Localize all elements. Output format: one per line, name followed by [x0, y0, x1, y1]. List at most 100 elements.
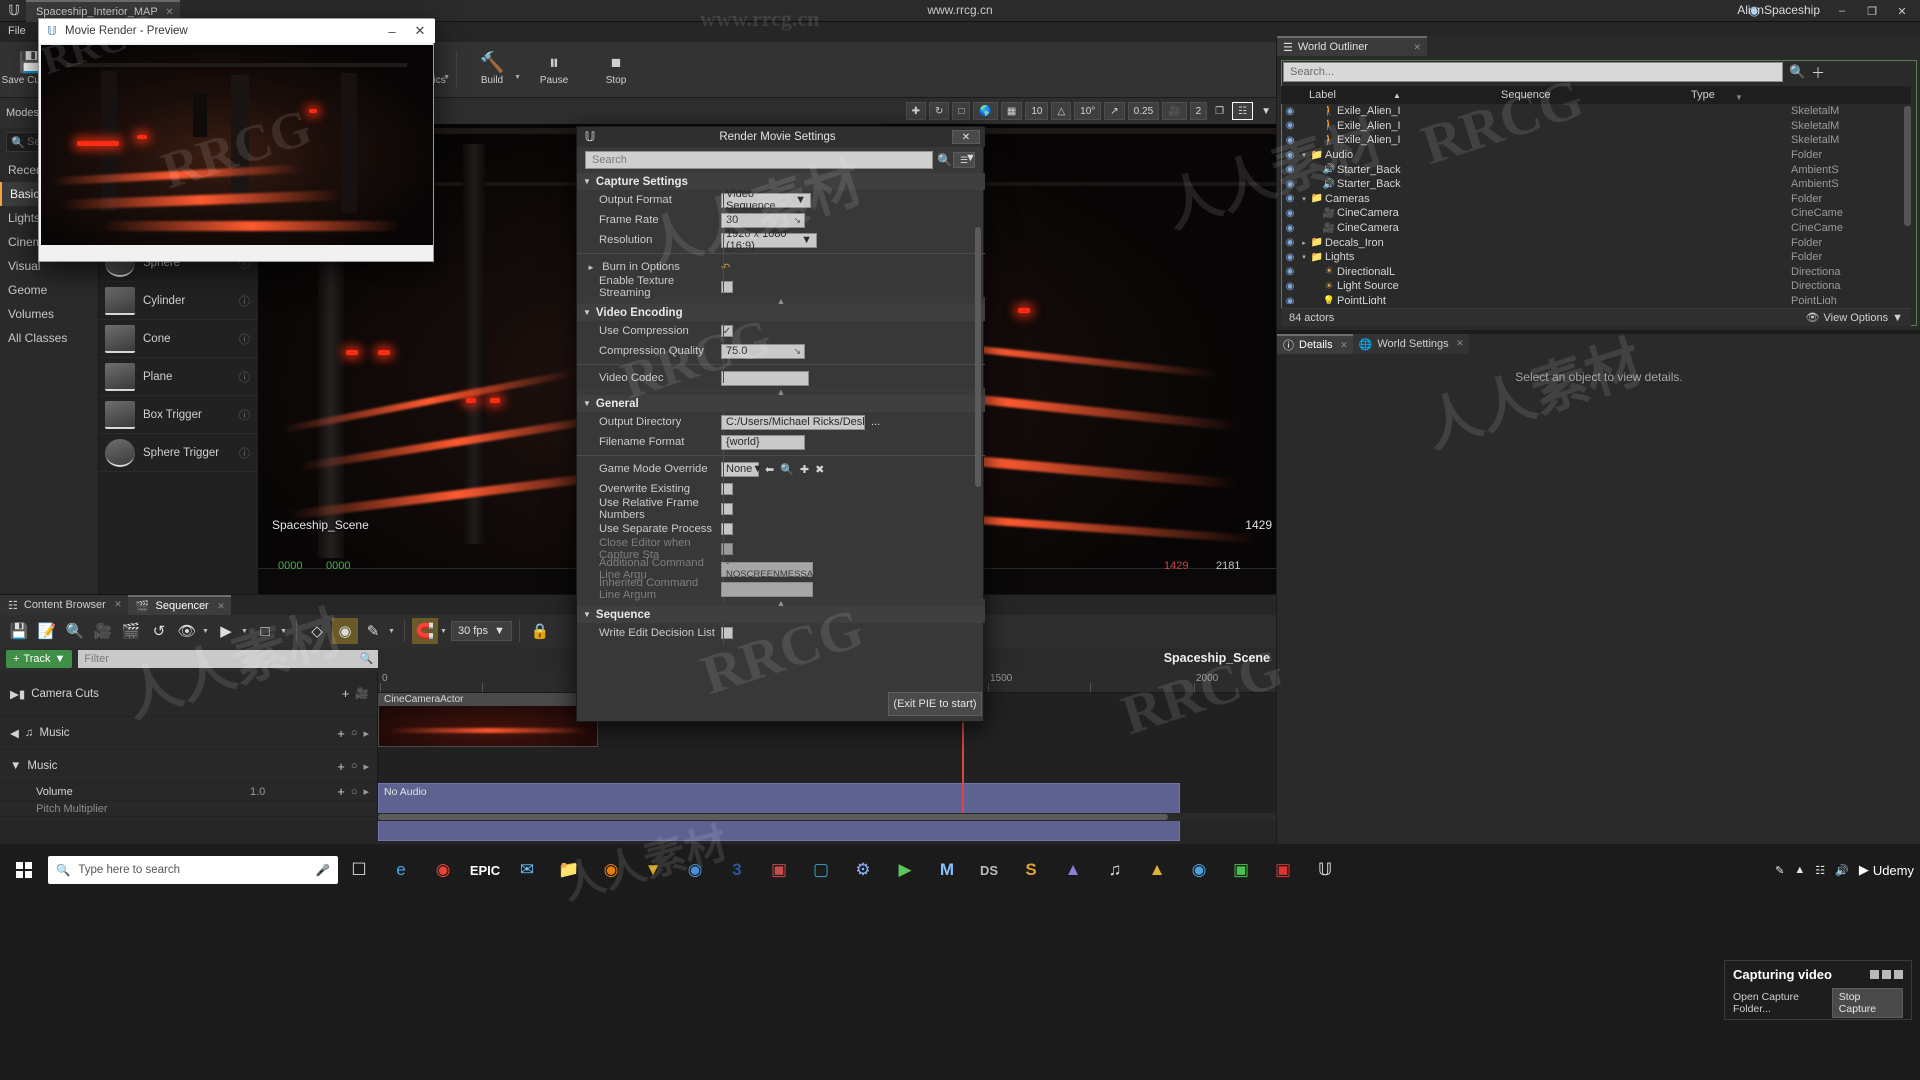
- chrome2-icon[interactable]: ◉: [674, 852, 716, 888]
- outliner-row[interactable]: ◉ 💡 PointLight PointLigh: [1281, 294, 1911, 304]
- resolution-dropdown[interactable]: 1920 x 1080 (16:9) ▼: [721, 228, 817, 252]
- video-codec-dropdown[interactable]: [721, 370, 809, 386]
- chevron-down-icon[interactable]: ▼: [514, 74, 521, 81]
- angle-snap-value[interactable]: 10°: [1074, 102, 1102, 120]
- taskbar-search-input[interactable]: 🔍 Type here to search 🎤: [48, 856, 338, 884]
- settings-body[interactable]: ▼ Capture Settings Output Format Video S…: [577, 173, 985, 695]
- track-camera-cuts[interactable]: ▶▮ Camera Cuts + 🎥: [0, 671, 377, 717]
- open-capture-folder-link[interactable]: Open Capture Folder...: [1733, 991, 1832, 1015]
- section-video-encoding[interactable]: ▼ Video Encoding: [577, 304, 985, 321]
- store-icon[interactable]: ▲: [1136, 852, 1178, 888]
- camera-speed-value[interactable]: 2: [1189, 102, 1208, 120]
- chrome-icon[interactable]: ◉: [422, 852, 464, 888]
- dialog-scrollbar[interactable]: [975, 227, 981, 487]
- place-item-sphere-trigger[interactable]: Sphere Trigger ⓘ: [99, 434, 258, 472]
- maya-icon[interactable]: ▢: [800, 852, 842, 888]
- lock-icon[interactable]: 🔒: [527, 618, 553, 644]
- solo-icon[interactable]: ○: [351, 760, 358, 772]
- add-track-button[interactable]: + Track ▼: [6, 650, 73, 668]
- outliner-row[interactable]: ◉ ▸ 📁 Decals_Iron Folder: [1281, 235, 1911, 250]
- row-compression-quality[interactable]: Compression Quality 75.0 ↘: [577, 341, 985, 361]
- visibility-eye-icon[interactable]: ◉: [1281, 150, 1299, 161]
- new-asset-icon[interactable]: ✚: [800, 463, 809, 476]
- translate-tool[interactable]: ✚: [905, 102, 926, 120]
- visibility-eye-icon[interactable]: ◉: [1281, 252, 1299, 263]
- close-button[interactable]: ✕: [952, 130, 980, 144]
- chevron-down-icon[interactable]: ▼: [443, 74, 450, 81]
- track-controls[interactable]: + ○ ▸: [337, 726, 369, 741]
- help-icon[interactable]: ⓘ: [239, 331, 250, 347]
- view-options-button[interactable]: 👁 View Options ▼: [1806, 311, 1903, 325]
- track-volume[interactable]: Volume 1.0 + ○ ▸: [0, 783, 377, 801]
- grid-snap-toggle[interactable]: ▦: [1000, 102, 1023, 120]
- spinner-icon[interactable]: ↘: [793, 215, 801, 226]
- row-use-separate-process[interactable]: Use Separate Process: [577, 519, 985, 539]
- maximize-button[interactable]: ❐: [1858, 2, 1886, 20]
- column-label[interactable]: Label ▲: [1281, 89, 1501, 101]
- chevron-down-icon[interactable]: ▼: [241, 628, 250, 635]
- render-movie-settings-dialog[interactable]: 𝕌 Render Movie Settings ✕ Search 🔍 ☰ ▼ ▼…: [576, 126, 985, 722]
- track-music-sub[interactable]: ▼ Music + ○ ▸: [0, 750, 377, 783]
- outliner-row[interactable]: ◉ ▾ 📁 Lights Folder: [1281, 250, 1911, 265]
- visibility-eye-icon[interactable]: ◉: [1281, 237, 1299, 248]
- frame-rate-input[interactable]: 30 ↘: [721, 212, 805, 228]
- outliner-row[interactable]: ◉ 🚶 Exile_Alien_I SkeletalM: [1281, 119, 1911, 134]
- chevron-down-icon[interactable]: ▼: [388, 628, 397, 635]
- solo-icon[interactable]: ○: [351, 786, 358, 798]
- use-selected-icon[interactable]: ⬅: [765, 463, 774, 476]
- column-type[interactable]: Type ▼: [1691, 89, 1811, 102]
- close-icon[interactable]: ✕: [1456, 338, 1464, 349]
- timeline-hscroll-thumb[interactable]: [378, 814, 1168, 820]
- timeline-hscroll-track[interactable]: [378, 813, 1276, 821]
- microphone-icon[interactable]: 🎤: [316, 863, 330, 877]
- chevron-down-icon[interactable]: ▼: [280, 628, 289, 635]
- visibility-eye-icon[interactable]: ◉: [1281, 120, 1299, 131]
- track-controls[interactable]: + ○ ▸: [337, 759, 369, 774]
- visibility-eye-icon[interactable]: ◉: [1281, 281, 1299, 292]
- outliner-row[interactable]: ◉ 🚶 Exile_Alien_I SkeletalM: [1281, 104, 1911, 119]
- curve-icon[interactable]: ✎: [360, 618, 386, 644]
- outliner-row[interactable]: ◉ ▾ 📁 Audio Folder: [1281, 148, 1911, 163]
- expand-arrow-icon[interactable]: ▾: [1299, 253, 1309, 261]
- row-overwrite-existing[interactable]: Overwrite Existing: [577, 479, 985, 499]
- compression-quality-input[interactable]: 75.0 ↘: [721, 343, 805, 359]
- task-view-icon[interactable]: ☐: [338, 852, 380, 888]
- epic-icon[interactable]: EPIC: [464, 852, 506, 888]
- folder-icon[interactable]: 📁: [548, 852, 590, 888]
- track-controls[interactable]: + 🎥: [342, 686, 369, 701]
- chevron-down-icon[interactable]: ▼: [1256, 102, 1276, 120]
- close-button[interactable]: ✕: [405, 23, 435, 39]
- scale-snap-toggle[interactable]: ↗: [1104, 102, 1125, 120]
- expand-arrow-icon[interactable]: ▾: [1299, 151, 1309, 159]
- camera-icon[interactable]: 🎥: [90, 618, 116, 644]
- visibility-eye-icon[interactable]: ◉: [1281, 208, 1299, 219]
- snap-icon[interactable]: ◉: [332, 618, 358, 644]
- search-icon[interactable]: 🔍: [1789, 64, 1805, 80]
- visibility-eye-icon[interactable]: ◉: [1281, 164, 1299, 175]
- row-use-relative-frame-numbers[interactable]: Use Relative Frame Numbers: [577, 497, 985, 521]
- angle-snap-toggle[interactable]: △: [1051, 102, 1072, 120]
- row-burn-in-options[interactable]: ► Burn in Options ↶: [577, 257, 985, 277]
- visibility-eye-icon[interactable]: ◉: [1281, 135, 1299, 146]
- track-controls[interactable]: + ○ ▸: [337, 784, 369, 799]
- solo-icon[interactable]: ○: [351, 727, 358, 739]
- place-item-box-trigger[interactable]: Box Trigger ⓘ: [99, 396, 258, 434]
- save-icon[interactable]: 💾: [6, 618, 32, 644]
- row-resolution[interactable]: Resolution 1920 x 1080 (16:9) ▼: [577, 228, 985, 252]
- scale-tool[interactable]: □: [952, 102, 971, 120]
- ds-icon[interactable]: DS: [968, 852, 1010, 888]
- output-directory-input[interactable]: C:/Users/Michael Ricks/Desktop: [721, 414, 865, 430]
- row-enable-texture-streaming[interactable]: Enable Texture Streaming: [577, 275, 985, 299]
- camera-icon[interactable]: 🎥: [355, 687, 369, 700]
- category-geometry[interactable]: Geome: [0, 278, 96, 302]
- key-icon[interactable]: ◇: [304, 618, 330, 644]
- section-general[interactable]: ▼ General: [577, 395, 985, 412]
- chevron-icon[interactable]: ▸: [363, 760, 369, 773]
- outliner-row[interactable]: ◉ ☀ Light Source Directiona: [1281, 279, 1911, 294]
- tab-details[interactable]: ⓘ Details ✕: [1277, 334, 1353, 354]
- clapper-icon[interactable]: 🎬: [118, 618, 144, 644]
- world-space-toggle[interactable]: 🌎: [973, 102, 998, 120]
- outliner-row[interactable]: ◉ 🎥 CineCamera CineCame: [1281, 221, 1911, 236]
- word-icon[interactable]: 3: [716, 852, 758, 888]
- movie-render-preview-window[interactable]: 𝕌 Movie Render - Preview – ✕: [38, 18, 435, 262]
